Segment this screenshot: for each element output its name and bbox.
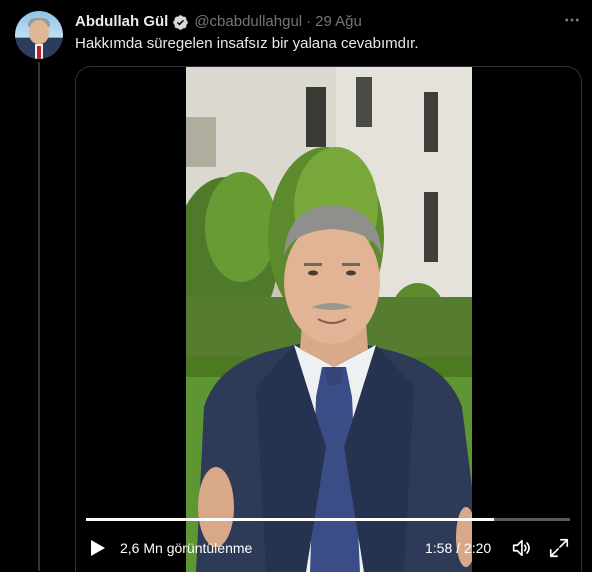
tweet-header: Abdullah Gül @cbabdullahgul · 29 Ağu	[75, 12, 362, 32]
view-count: 2,6 Mn görüntülenme	[120, 540, 253, 556]
separator-dot: ·	[306, 13, 312, 30]
avatar-face	[29, 20, 49, 44]
video-player[interactable]: 2,6 Mn görüntülenme 1:58 / 2:20	[75, 66, 582, 572]
author-name[interactable]: Abdullah Gül	[75, 12, 168, 32]
tweet-text: Hakkımda süregelen insafsız bir yalana c…	[75, 35, 419, 52]
video-still	[186, 67, 472, 572]
play-icon[interactable]	[88, 537, 108, 559]
progress-bar[interactable]	[86, 518, 570, 521]
video-frame[interactable]	[186, 67, 472, 572]
thread-line	[38, 62, 40, 571]
volume-icon[interactable]	[510, 537, 532, 559]
fullscreen-icon[interactable]	[548, 537, 570, 559]
progress-fill	[86, 518, 494, 521]
tweet-card[interactable]: Abdullah Gül @cbabdullahgul · 29 Ağu Hak…	[0, 0, 592, 572]
author-handle[interactable]: @cbabdullahgul	[194, 12, 302, 32]
video-time: 1:58 / 2:20	[425, 540, 492, 556]
more-options-icon[interactable]	[560, 10, 584, 30]
avatar-tie	[37, 46, 41, 59]
avatar[interactable]	[15, 11, 63, 59]
tweet-date[interactable]: 29 Ağu	[315, 12, 362, 32]
verified-badge-icon	[173, 14, 189, 30]
